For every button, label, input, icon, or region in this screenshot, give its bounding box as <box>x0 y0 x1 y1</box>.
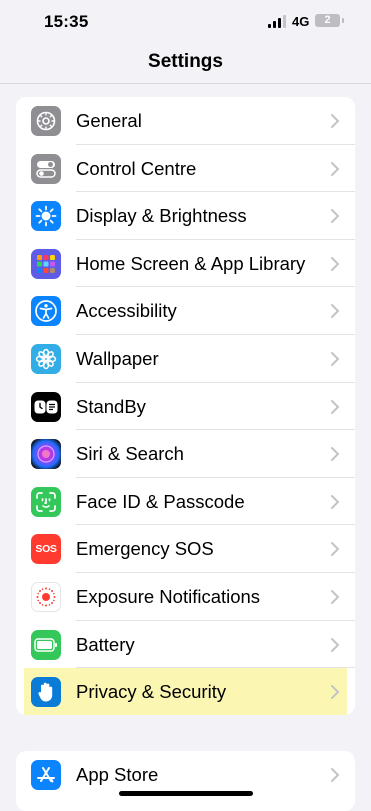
settings-row-wallpaper[interactable]: Wallpaper <box>16 335 355 383</box>
hand-icon <box>31 677 61 708</box>
settings-row-label: Display & Brightness <box>76 205 247 227</box>
settings-row-label: Siri & Search <box>76 443 184 465</box>
navigation-bar: Settings <box>0 44 371 84</box>
settings-row-label: Wallpaper <box>76 347 159 369</box>
toggles-icon <box>31 153 61 184</box>
sos-icon: SOS <box>31 534 61 565</box>
network-type: 4G <box>292 14 310 29</box>
chevron-right-icon <box>331 161 339 176</box>
chevron-right-icon <box>331 685 339 700</box>
battery-nub <box>342 18 344 23</box>
chevron-right-icon <box>331 494 339 509</box>
chevron-right-icon <box>331 768 339 782</box>
settings-row-display-brightness[interactable]: Display & Brightness <box>16 192 355 240</box>
settings-row-label: Accessibility <box>76 300 177 322</box>
exposure-icon <box>31 581 61 612</box>
settings-row-face-id[interactable]: Face ID & Passcode <box>16 478 355 526</box>
settings-row-label: App Store <box>76 764 159 785</box>
chevron-right-icon <box>331 399 339 414</box>
status-bar: 15:35 4G 2 <box>0 0 371 44</box>
siri-icon <box>31 439 61 470</box>
settings-row-standby[interactable]: StandBy <box>16 383 355 431</box>
settings-row-general[interactable]: General <box>16 97 355 145</box>
chevron-right-icon <box>331 114 339 128</box>
status-time: 15:35 <box>44 12 89 31</box>
sun-icon <box>31 201 61 232</box>
sos-icon-text: SOS <box>35 543 57 556</box>
chevron-right-icon <box>331 304 339 319</box>
app-grid-icon <box>31 248 61 279</box>
settings-row-accessibility[interactable]: Accessibility <box>16 287 355 335</box>
settings-row-siri-search[interactable]: Siri & Search <box>16 430 355 478</box>
settings-row-label: Face ID & Passcode <box>76 490 245 512</box>
settings-row-label: Exposure Notifications <box>76 585 261 607</box>
accessibility-icon <box>31 296 61 327</box>
cellular-signal-icon <box>268 15 286 28</box>
settings-group-apps: App Store <box>16 751 355 811</box>
settings-row-control-centre[interactable]: Control Centre <box>16 145 355 193</box>
settings-row-label: Emergency SOS <box>76 538 214 560</box>
settings-row-label: StandBy <box>76 395 146 417</box>
chevron-right-icon <box>331 209 339 224</box>
chevron-right-icon <box>331 256 339 271</box>
settings-row-label: Control Centre <box>76 157 197 179</box>
standby-icon <box>31 391 61 422</box>
settings-row-home-screen[interactable]: Home Screen & App Library <box>16 240 355 288</box>
home-indicator[interactable] <box>119 791 253 796</box>
chevron-right-icon <box>331 351 339 366</box>
settings-group-main: General Control Centre Display & Brightn… <box>16 97 355 715</box>
battery-status-icon: 2 <box>315 14 340 27</box>
settings-row-label: Battery <box>76 633 135 655</box>
battery-icon <box>31 629 61 660</box>
page-title: Settings <box>148 51 223 72</box>
face-id-icon <box>31 486 61 517</box>
settings-row-label: Privacy & Security <box>76 681 227 703</box>
settings-row-label: Home Screen & App Library <box>76 252 306 274</box>
flower-icon <box>31 343 61 374</box>
chevron-right-icon <box>331 447 339 462</box>
chevron-right-icon <box>331 542 339 557</box>
settings-row-label: General <box>76 110 142 131</box>
settings-row-battery[interactable]: Battery <box>16 621 355 669</box>
chevron-right-icon <box>331 589 339 604</box>
app-store-icon <box>31 760 61 790</box>
settings-row-exposure-notifications[interactable]: Exposure Notifications <box>16 573 355 621</box>
gear-icon <box>31 106 61 136</box>
chevron-right-icon <box>331 637 339 652</box>
settings-row-privacy-security[interactable]: Privacy & Security <box>24 668 347 715</box>
settings-row-emergency-sos[interactable]: SOS Emergency SOS <box>16 525 355 573</box>
